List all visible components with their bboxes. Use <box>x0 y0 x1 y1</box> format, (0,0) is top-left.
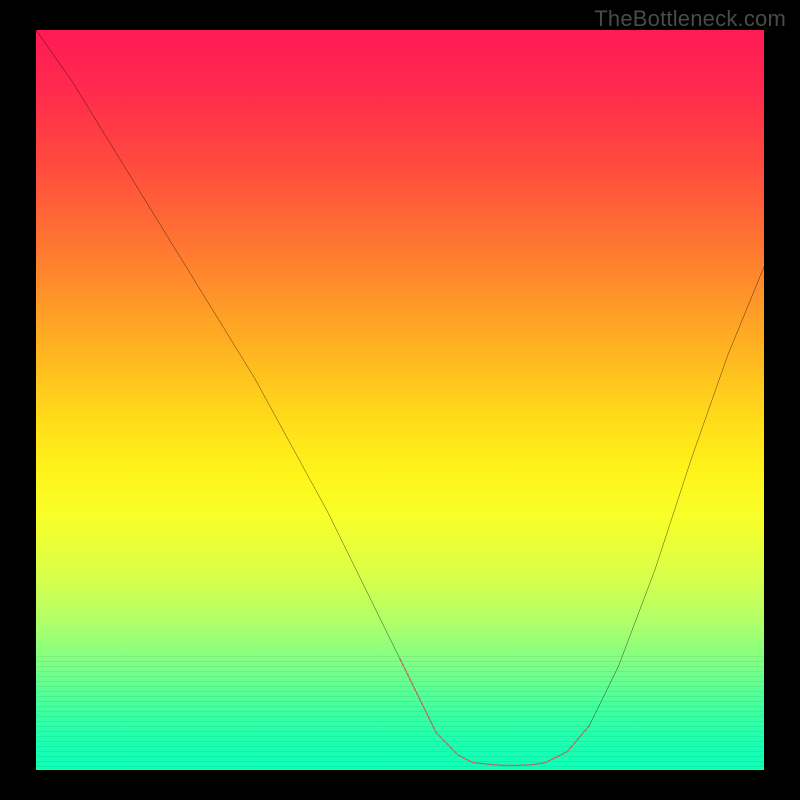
chart-frame <box>36 30 764 770</box>
watermark-label: TheBottleneck.com <box>594 6 786 32</box>
chart-plot <box>36 30 764 770</box>
curve-line <box>36 30 764 766</box>
highlight-line <box>400 659 589 766</box>
